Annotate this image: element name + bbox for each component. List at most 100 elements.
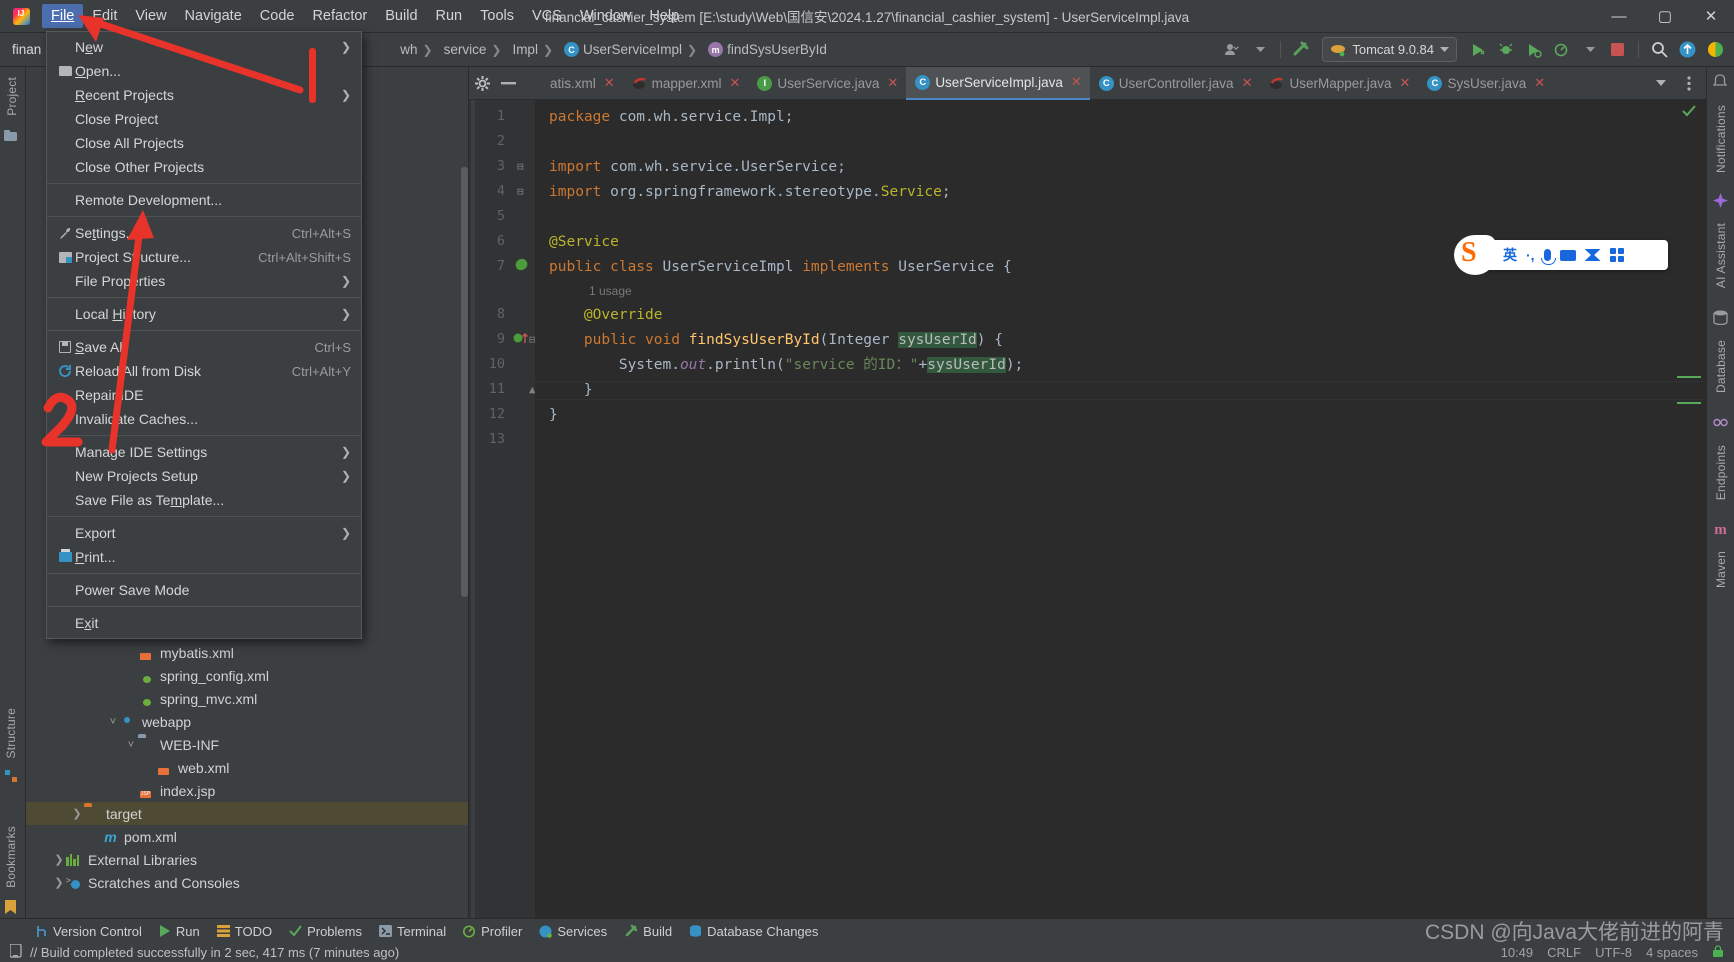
stop-icon[interactable] bbox=[1605, 37, 1631, 63]
editor-tab-mapper-xml[interactable]: mapper.xml ✕ bbox=[623, 67, 749, 100]
rail-item-project[interactable]: Project bbox=[5, 71, 19, 122]
sogou-logo-icon[interactable] bbox=[1454, 235, 1496, 275]
menu-item-local-history[interactable]: Local History ❯ bbox=[47, 302, 361, 326]
minimize-button[interactable]: — bbox=[1596, 0, 1642, 33]
editor-tab-close-icon[interactable]: ✕ bbox=[729, 75, 740, 91]
tool-window-database-changes[interactable]: Database Changes bbox=[682, 922, 825, 941]
menu-item-new[interactable]: New ❯ bbox=[47, 35, 361, 59]
endpoints-icon[interactable] bbox=[1713, 415, 1728, 433]
editor-tab-usermapper-java[interactable]: UserMapper.java ✕ bbox=[1260, 67, 1418, 100]
maven-icon[interactable]: m bbox=[1714, 522, 1727, 539]
ime-punctuation-label[interactable]: ·, bbox=[1526, 247, 1535, 263]
ai-assistant-icon[interactable] bbox=[1713, 192, 1728, 211]
menu-edit[interactable]: Edit bbox=[83, 4, 126, 28]
editor-tab-close-icon[interactable]: ✕ bbox=[1400, 75, 1411, 91]
menu-view[interactable]: View bbox=[126, 4, 175, 28]
menu-item-repair-ide[interactable]: Repair IDE bbox=[47, 383, 361, 407]
tree-row-web-xml[interactable]: web.xml bbox=[26, 756, 468, 779]
tree-row-index-jsp[interactable]: index.jsp bbox=[26, 779, 468, 802]
apps-icon[interactable] bbox=[1609, 248, 1624, 262]
profile-icon[interactable] bbox=[1549, 37, 1575, 63]
tree-row-scratches-and-consoles[interactable]: ❯ Scratches and Consoles bbox=[26, 871, 468, 894]
tool-window-terminal[interactable]: Terminal bbox=[372, 922, 453, 941]
bowtie-icon[interactable] bbox=[1584, 249, 1601, 261]
menu-item-remote-development[interactable]: Remote Development... bbox=[47, 188, 361, 212]
tool-window-services[interactable]: Services bbox=[532, 922, 614, 941]
menu-tools[interactable]: Tools bbox=[471, 4, 523, 28]
editor-gutter[interactable]: 1 2 3 4 5 6 7 8 9 10 11 12 13 ⊟ ⊟ ⊟ ▲ bbox=[469, 100, 536, 926]
status-icon[interactable] bbox=[9, 943, 22, 961]
chevron-down-icon-tabs[interactable] bbox=[1648, 68, 1674, 98]
tree-row-spring-config-xml[interactable]: spring_config.xml bbox=[26, 664, 468, 687]
menu-item-close-all-projects[interactable]: Close All Projects bbox=[47, 131, 361, 155]
tree-expand-arrow[interactable]: ❯ bbox=[70, 807, 84, 820]
usage-hint[interactable]: 1 usage bbox=[589, 282, 632, 300]
menu-run[interactable]: Run bbox=[427, 4, 472, 28]
menu-refactor[interactable]: Refactor bbox=[303, 4, 376, 28]
search-icon[interactable] bbox=[1646, 37, 1672, 63]
menu-item-save-file-as-template[interactable]: Save File as Template... bbox=[47, 488, 361, 512]
update-icon[interactable] bbox=[1674, 37, 1700, 63]
editor-tab-usercontroller-java[interactable]: C UserController.java ✕ bbox=[1090, 67, 1261, 100]
menu-code[interactable]: Code bbox=[251, 4, 304, 28]
gear-icon[interactable] bbox=[469, 68, 495, 98]
implementing-method-icon[interactable] bbox=[513, 331, 529, 349]
status-line-separator[interactable]: CRLF bbox=[1547, 945, 1581, 960]
menu-item-save-all[interactable]: Save All Ctrl+S bbox=[47, 335, 361, 359]
commit-icon[interactable] bbox=[4, 129, 19, 146]
hide-icon[interactable] bbox=[495, 68, 521, 98]
editor-tab-userservice-java[interactable]: I UserService.java ✕ bbox=[748, 67, 906, 100]
run-configuration-selector[interactable]: Tomcat 9.0.84 bbox=[1322, 37, 1457, 62]
run-icon[interactable] bbox=[1465, 37, 1491, 63]
tree-row-mybatis-xml[interactable]: mybatis.xml bbox=[26, 641, 468, 664]
code-editor[interactable]: 1 2 3 4 5 6 7 8 9 10 11 12 13 ⊟ ⊟ ⊟ ▲ package com.wh.ser… bbox=[469, 100, 1706, 926]
tree-row-external-libraries[interactable]: ❯ External Libraries bbox=[26, 848, 468, 871]
status-lock-icon[interactable] bbox=[1712, 944, 1724, 961]
notifications-icon[interactable] bbox=[1712, 74, 1728, 92]
rail-item-ai-assistant[interactable]: AI Assistant bbox=[1714, 215, 1728, 296]
editor-tab-atis-xml[interactable]: atis.xml ✕ bbox=[521, 67, 623, 100]
menu-file[interactable]: File bbox=[42, 4, 84, 28]
tool-window-problems[interactable]: Problems bbox=[282, 922, 369, 941]
editor-tab-close-icon[interactable]: ✕ bbox=[1242, 75, 1253, 91]
menu-item-reload-all-from-disk[interactable]: Reload All from Disk Ctrl+Alt+Y bbox=[47, 359, 361, 383]
database-icon[interactable] bbox=[1713, 310, 1728, 328]
tree-row-spring-mvc-xml[interactable]: spring_mvc.xml bbox=[26, 687, 468, 710]
menu-item-invalidate-caches[interactable]: Invalidate Caches... bbox=[47, 407, 361, 431]
account-icon[interactable] bbox=[1219, 37, 1245, 63]
tree-expand-arrow[interactable]: ❯ bbox=[52, 876, 66, 889]
menu-vcs[interactable]: VCS bbox=[523, 4, 571, 28]
tab-overflow-actions[interactable] bbox=[1648, 68, 1706, 98]
more-options-icon[interactable] bbox=[1676, 68, 1702, 98]
editor-tab-bar[interactable]: atis.xml ✕ mapper.xml ✕ I UserService.java ✕ C U… bbox=[469, 66, 1706, 100]
bookmark-icon[interactable] bbox=[5, 900, 17, 918]
window-controls[interactable]: — ▢ ✕ bbox=[1596, 0, 1734, 33]
tool-window-profiler[interactable]: Profiler bbox=[456, 922, 529, 941]
breadcrumb-method[interactable]: m findSysUserById bbox=[705, 41, 830, 58]
close-button[interactable]: ✕ bbox=[1688, 0, 1734, 33]
keyboard-icon[interactable] bbox=[1559, 249, 1576, 261]
project-scrollbar[interactable] bbox=[461, 167, 468, 597]
build-hammer-icon[interactable] bbox=[1288, 37, 1314, 63]
menu-item-recent-projects[interactable]: Recent Projects ❯ bbox=[47, 83, 361, 107]
structure-icon[interactable] bbox=[4, 770, 18, 786]
code-text[interactable]: package com.wh.service.Impl; import com.w… bbox=[535, 100, 1706, 926]
tool-window-version-control[interactable]: Version Control bbox=[28, 922, 149, 941]
file-menu-dropdown[interactable]: New ❯ Open... Recent Projects ❯ Close Project… bbox=[46, 31, 362, 639]
menu-item-close-other-projects[interactable]: Close Other Projects bbox=[47, 155, 361, 179]
tree-expand-arrow[interactable]: ˅ bbox=[124, 739, 138, 751]
rail-item-database[interactable]: Database bbox=[1714, 332, 1728, 401]
breadcrumb-class[interactable]: C UserServiceImpl ❯ bbox=[561, 41, 705, 58]
sogou-ime-toolbar[interactable]: 英 ·, bbox=[1454, 235, 1668, 275]
tool-window-build[interactable]: Build bbox=[617, 922, 679, 941]
editor-tab-sysuser-java[interactable]: C SysUser.java ✕ bbox=[1418, 67, 1553, 100]
menu-item-project-structure[interactable]: Project Structure... Ctrl+Alt+Shift+S bbox=[47, 245, 361, 269]
menu-item-manage-ide-settings[interactable]: Manage IDE Settings ❯ bbox=[47, 440, 361, 464]
breadcrumb-service[interactable]: service ❯ bbox=[441, 41, 510, 58]
tool-window-run[interactable]: Run bbox=[152, 922, 207, 941]
menu-item-new-projects-setup[interactable]: New Projects Setup ❯ bbox=[47, 464, 361, 488]
tree-expand-arrow[interactable]: ˅ bbox=[106, 716, 120, 728]
debug-icon[interactable] bbox=[1493, 37, 1519, 63]
tree-row-webapp[interactable]: ˅ webapp bbox=[26, 710, 468, 733]
rail-item-structure[interactable]: Structure bbox=[4, 702, 18, 765]
